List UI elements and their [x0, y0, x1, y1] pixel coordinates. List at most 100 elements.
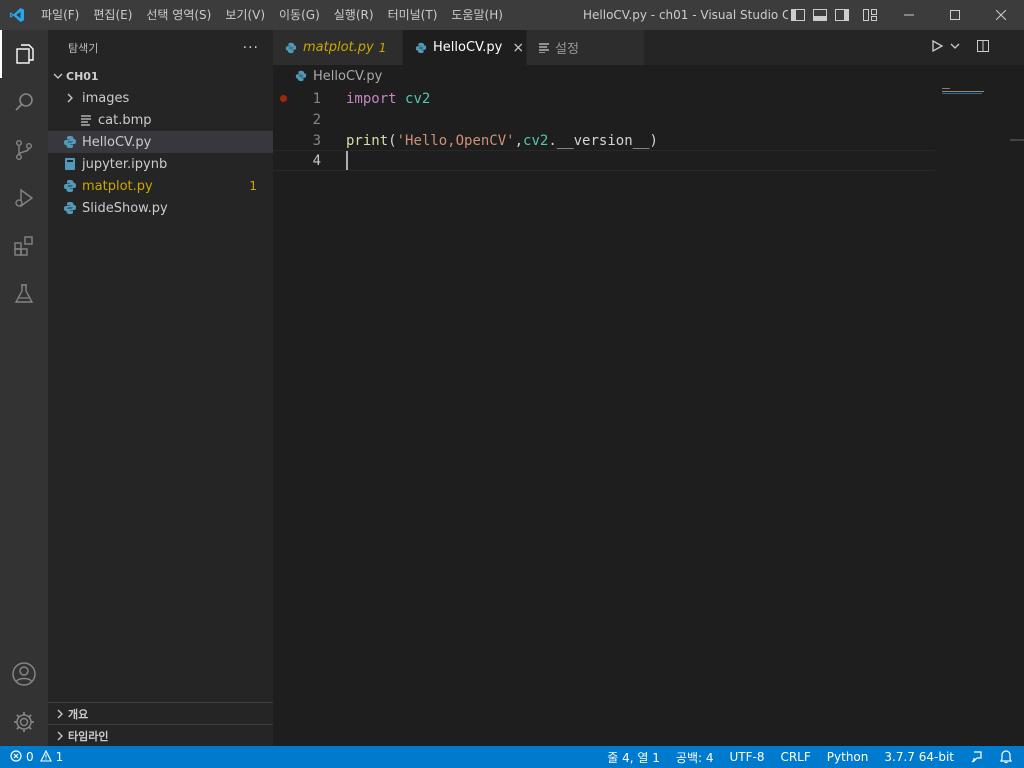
explorer-icon[interactable] — [0, 30, 48, 78]
more-actions-icon[interactable]: ··· — [243, 40, 259, 56]
tab-label: 설정 — [555, 42, 579, 57]
python-file-icon — [415, 42, 427, 54]
tree-item-matplot-py[interactable]: matplot.py 1 — [48, 175, 273, 197]
maximize-button[interactable] — [932, 0, 978, 30]
run-python-file-icon[interactable] — [930, 39, 944, 57]
code-line-3[interactable]: 3 print('Hello,OpenCV',cv2.__version__) — [273, 130, 935, 151]
code-line-4[interactable]: 4 — [273, 150, 935, 171]
breakpoint-dot[interactable] — [280, 95, 287, 102]
cursor-position[interactable]: 줄 4, 열 1 — [599, 749, 668, 766]
tree-item-label: HelloCV.py — [82, 134, 152, 150]
tree-item-label: jupyter.ipynb — [82, 156, 168, 172]
tree-item-slideshow-py[interactable]: SlideShow.py — [48, 197, 273, 219]
menu-file[interactable]: 파일(F) — [34, 0, 86, 30]
explorer-sidebar: 탐색기 ··· CH01 images cat.bmp HelloCV.py j… — [48, 30, 273, 746]
outline-section[interactable]: 개요 — [48, 702, 273, 724]
menu-go[interactable]: 이동(G) — [272, 0, 327, 30]
python-file-icon — [293, 68, 309, 84]
line-number: 2 — [312, 111, 321, 128]
chevron-right-icon — [52, 728, 68, 744]
breadcrumb-file[interactable]: HelloCV.py — [313, 69, 382, 84]
timeline-section[interactable]: 타임라인 — [48, 724, 273, 746]
run-debug-icon[interactable] — [0, 174, 48, 222]
python-file-icon — [285, 42, 297, 54]
timeline-label: 타임라인 — [68, 729, 109, 743]
language-mode[interactable]: Python — [819, 750, 877, 764]
activity-bar — [0, 30, 48, 746]
sidebar-header: 탐색기 ··· — [48, 30, 273, 65]
menu-bar: 파일(F) 편집(E) 선택 영역(S) 보기(V) 이동(G) 실행(R) 터… — [34, 0, 510, 30]
menu-edit[interactable]: 편집(E) — [86, 0, 139, 30]
editor-tabs: matplot.py 1 HelloCV.py × 설정 — [273, 30, 1024, 65]
code-line-1[interactable]: 1 import cv2 — [273, 88, 935, 109]
chevron-down-icon[interactable] — [950, 40, 960, 55]
tab-settings[interactable]: 설정 — [527, 30, 645, 65]
code-text: print('Hello,OpenCV',cv2.__version__) — [346, 132, 658, 149]
problem-count-badge: 1 — [249, 179, 257, 193]
window-title: HelloCV.py - ch01 - Visual Studio Co... — [583, 8, 788, 22]
python-file-icon — [62, 200, 78, 216]
outline-label: 개요 — [68, 707, 89, 721]
line-number: 4 — [312, 152, 321, 169]
menu-selection[interactable]: 선택 영역(S) — [139, 0, 218, 30]
menu-help[interactable]: 도움말(H) — [444, 0, 510, 30]
menu-run[interactable]: 실행(R) — [327, 0, 381, 30]
code-editor[interactable]: 1 import cv2 2 3 print('Hello,OpenCV',cv… — [273, 87, 1024, 746]
code-line-2[interactable]: 2 — [273, 109, 935, 130]
python-file-icon — [62, 178, 78, 194]
minimize-button[interactable] — [886, 0, 932, 30]
indentation[interactable]: 공백: 4 — [668, 749, 722, 766]
end-of-line[interactable]: CRLF — [772, 750, 818, 764]
notifications-bell-icon[interactable] — [992, 750, 1024, 764]
breadcrumb: HelloCV.py — [273, 65, 1024, 87]
warning-count: 1 — [55, 750, 64, 764]
close-window-button[interactable] — [978, 0, 1024, 30]
tree-item-hellocv-py[interactable]: HelloCV.py — [48, 131, 273, 153]
tab-label: matplot.py — [303, 40, 374, 55]
tab-label: HelloCV.py — [433, 40, 503, 55]
toggle-sidebar-icon[interactable] — [790, 7, 806, 23]
folder-label: CH01 — [66, 69, 99, 83]
title-bar: 파일(F) 편집(E) 선택 영역(S) 보기(V) 이동(G) 실행(R) 터… — [0, 0, 1024, 30]
error-count: 0 — [26, 750, 34, 764]
python-interpreter[interactable]: 3.7.7 64-bit — [876, 750, 962, 764]
vscode-logo-icon — [0, 0, 34, 30]
feedback-icon[interactable] — [962, 750, 992, 764]
tree-item-images[interactable]: images — [48, 87, 273, 109]
tab-matplot-py[interactable]: matplot.py 1 — [273, 30, 403, 65]
tree-item-jupyter-ipynb[interactable]: jupyter.ipynb — [48, 153, 273, 175]
toggle-panel-icon[interactable] — [812, 7, 828, 23]
status-bar: 0 1 줄 4, 열 1 공백: 4 UTF-8 CRLF Python 3.7… — [0, 746, 1024, 768]
status-right: 줄 4, 열 1 공백: 4 UTF-8 CRLF Python 3.7.7 6… — [599, 746, 1024, 768]
search-icon[interactable] — [0, 78, 48, 126]
manage-gear-icon[interactable] — [0, 698, 48, 746]
error-icon — [10, 749, 22, 765]
minimap[interactable] — [942, 87, 1022, 127]
tree-item-cat-bmp[interactable]: cat.bmp — [48, 109, 273, 131]
editor-actions — [930, 30, 1024, 65]
customize-layout-icon[interactable] — [862, 7, 878, 23]
tab-hellocv-py[interactable]: HelloCV.py × — [403, 30, 527, 65]
workspace-folder-ch01[interactable]: CH01 — [48, 65, 273, 87]
sidebar-title: 탐색기 — [68, 41, 99, 55]
accounts-icon[interactable] — [0, 650, 48, 698]
split-editor-icon[interactable] — [976, 39, 990, 57]
menu-view[interactable]: 보기(V) — [218, 0, 272, 30]
overview-ruler[interactable] — [1010, 139, 1024, 141]
warning-icon — [39, 749, 52, 765]
chevron-right-icon — [62, 90, 78, 106]
problems-indicator[interactable]: 0 1 — [0, 749, 64, 765]
tree-item-label: matplot.py — [82, 178, 153, 194]
code-text: import cv2 — [346, 90, 431, 107]
testing-flask-icon[interactable] — [0, 270, 48, 318]
settings-file-icon — [539, 42, 549, 53]
encoding[interactable]: UTF-8 — [721, 750, 772, 764]
tree-item-label: SlideShow.py — [82, 200, 168, 216]
close-icon[interactable]: × — [512, 40, 524, 56]
source-control-icon[interactable] — [0, 126, 48, 174]
menu-terminal[interactable]: 터미널(T) — [381, 0, 445, 30]
chevron-right-icon — [52, 706, 68, 722]
text-cursor — [346, 151, 348, 170]
extensions-icon[interactable] — [0, 222, 48, 270]
toggle-secondary-sidebar-icon[interactable] — [834, 7, 850, 23]
